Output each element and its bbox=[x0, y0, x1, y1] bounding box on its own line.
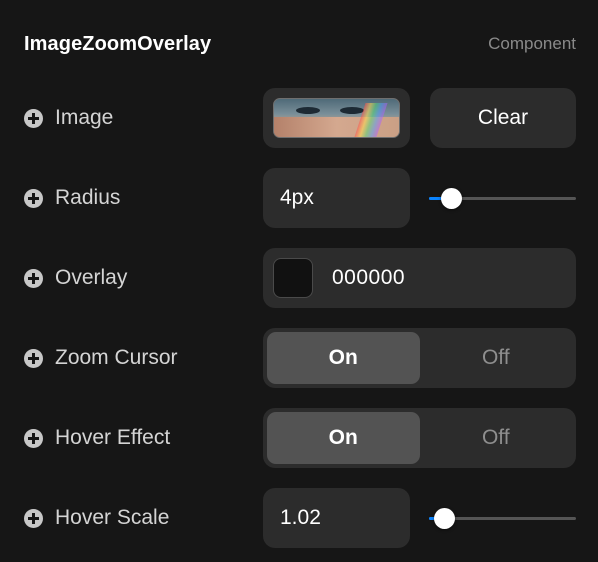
overlay-hex-value[interactable]: 000000 bbox=[332, 266, 405, 290]
radius-input[interactable]: 4px bbox=[263, 168, 410, 228]
hover-scale-row: Hover Scale 1.02 bbox=[0, 488, 598, 548]
radius-row: Radius 4px bbox=[0, 168, 598, 228]
plus-icon[interactable] bbox=[24, 508, 43, 528]
overlay-label-group[interactable]: Overlay bbox=[24, 248, 127, 308]
image-label-group[interactable]: Image bbox=[24, 88, 113, 148]
plus-icon[interactable] bbox=[24, 348, 43, 368]
component-type-label: Component bbox=[488, 34, 576, 53]
component-title: ImageZoomOverlay bbox=[24, 32, 212, 55]
zoom-cursor-toggle: On Off bbox=[263, 328, 576, 388]
hover-scale-control: 1.02 bbox=[263, 488, 576, 548]
radius-label-group[interactable]: Radius bbox=[24, 168, 120, 228]
color-swatch[interactable] bbox=[273, 258, 313, 298]
image-control: Clear bbox=[263, 88, 576, 148]
image-thumbnail bbox=[273, 98, 400, 138]
hover-scale-slider[interactable] bbox=[429, 508, 576, 529]
overlay-row: Overlay 000000 bbox=[0, 248, 598, 308]
hover-effect-off-option[interactable]: Off bbox=[420, 412, 573, 464]
plus-icon[interactable] bbox=[24, 108, 43, 128]
zoom-cursor-label: Zoom Cursor bbox=[55, 346, 178, 369]
clear-image-button[interactable]: Clear bbox=[430, 88, 576, 148]
hover-effect-toggle: On Off bbox=[263, 408, 576, 468]
hover-scale-slider-handle[interactable] bbox=[433, 508, 455, 529]
plus-icon[interactable] bbox=[24, 268, 43, 288]
hover-effect-row: Hover Effect On Off bbox=[0, 408, 598, 468]
radius-slider-handle[interactable] bbox=[441, 188, 463, 209]
zoom-cursor-control: On Off bbox=[263, 328, 576, 388]
hover-effect-label-group[interactable]: Hover Effect bbox=[24, 408, 170, 468]
image-picker[interactable] bbox=[263, 88, 410, 148]
radius-label: Radius bbox=[55, 186, 121, 209]
overlay-control: 000000 bbox=[263, 248, 576, 308]
panel-header: ImageZoomOverlay Component bbox=[24, 28, 576, 60]
zoom-cursor-off-option[interactable]: Off bbox=[420, 332, 573, 384]
plus-icon[interactable] bbox=[24, 188, 43, 208]
zoom-cursor-label-group[interactable]: Zoom Cursor bbox=[24, 328, 178, 388]
hover-scale-input[interactable]: 1.02 bbox=[263, 488, 410, 548]
hover-scale-label-group[interactable]: Hover Scale bbox=[24, 488, 169, 548]
overlay-color-field[interactable]: 000000 bbox=[263, 248, 576, 308]
hover-effect-control: On Off bbox=[263, 408, 576, 468]
radius-slider[interactable] bbox=[429, 188, 576, 209]
plus-icon[interactable] bbox=[24, 428, 43, 448]
overlay-label: Overlay bbox=[55, 266, 128, 289]
hover-effect-on-option[interactable]: On bbox=[267, 412, 420, 464]
image-label: Image bbox=[55, 106, 114, 129]
zoom-cursor-on-option[interactable]: On bbox=[267, 332, 420, 384]
hover-scale-label: Hover Scale bbox=[55, 506, 170, 529]
hover-effect-label: Hover Effect bbox=[55, 426, 171, 449]
radius-control: 4px bbox=[263, 168, 576, 228]
image-row: Image Clear bbox=[0, 88, 598, 148]
zoom-cursor-row: Zoom Cursor On Off bbox=[0, 328, 598, 388]
